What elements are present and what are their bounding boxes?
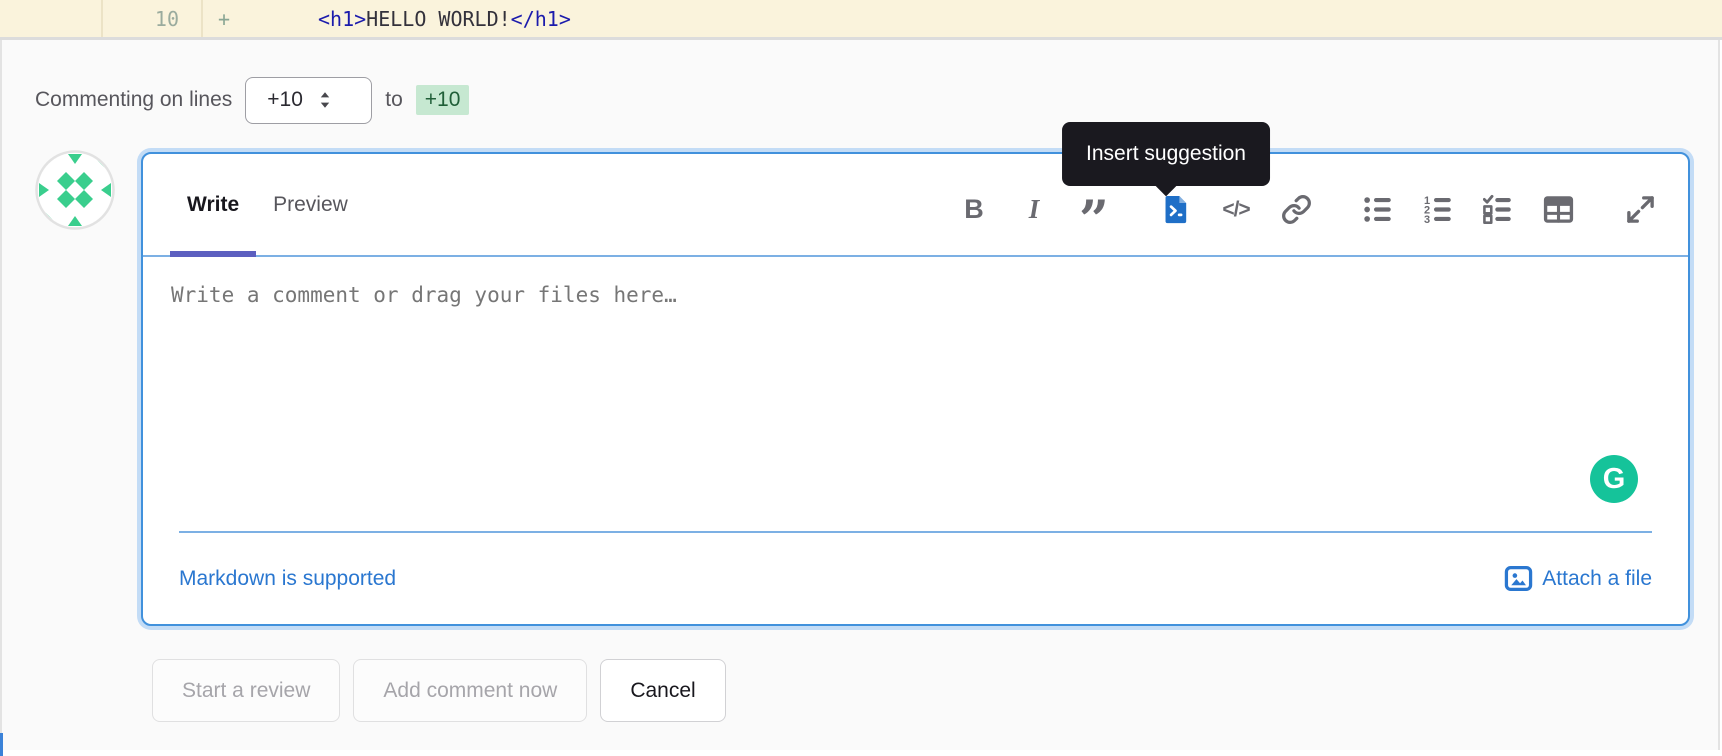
- markdown-supported-link[interactable]: Markdown is supported: [179, 567, 396, 591]
- comment-textarea[interactable]: [143, 257, 1688, 531]
- svg-text:3: 3: [1424, 214, 1430, 225]
- start-review-button[interactable]: Start a review: [152, 659, 341, 722]
- diff-code-content: <h1>HELLO WORLD!</h1>: [318, 7, 571, 31]
- full-screen-icon[interactable]: [1622, 192, 1658, 228]
- code-review-comment-screen: 10 + <h1>HELLO WORLD!</h1> Commenting on…: [0, 0, 1722, 756]
- code-open-tag: <h1>: [318, 6, 367, 31]
- user-avatar: [35, 150, 115, 230]
- editor-body: G: [143, 257, 1688, 531]
- diff-code-cell: + <h1>HELLO WORLD!</h1>: [203, 7, 1722, 31]
- cancel-button[interactable]: Cancel: [600, 659, 726, 722]
- end-line-badge: +10: [415, 85, 470, 115]
- start-line-select[interactable]: +10: [245, 76, 373, 124]
- diff-old-line-number-cell: [0, 0, 103, 37]
- code-close-tag: </h1>: [510, 6, 571, 31]
- editor-tab-bar: Write Preview B I ” </> 1 2 3: [143, 154, 1688, 257]
- attach-image-icon: [1505, 565, 1533, 592]
- task-list-icon[interactable]: [1480, 192, 1516, 228]
- insert-suggestion-icon[interactable]: [1158, 192, 1194, 228]
- commenting-on-lines-label: Commenting on lines: [35, 88, 233, 111]
- comment-editor: Write Preview B I ” </> 1 2 3 Write a co…: [141, 152, 1690, 626]
- comment-actions-row: Start a review Add comment now Cancel: [152, 659, 726, 722]
- quote-icon[interactable]: ”: [1076, 192, 1112, 246]
- italic-icon[interactable]: I: [1016, 192, 1052, 228]
- diff-new-line-number: 10: [103, 0, 203, 37]
- bulleted-list-icon[interactable]: [1360, 192, 1396, 228]
- tab-preview[interactable]: Preview: [256, 154, 365, 255]
- select-arrows-icon: [320, 92, 330, 108]
- add-comment-now-button[interactable]: Add comment now: [353, 659, 588, 722]
- table-icon[interactable]: [1540, 192, 1576, 228]
- start-line-value: +10: [267, 88, 303, 111]
- numbered-list-icon[interactable]: 123: [1420, 192, 1456, 228]
- diff-line-row: 10 + <h1>HELLO WORLD!</h1>: [0, 0, 1722, 40]
- attach-file-button[interactable]: Attach a file: [1504, 564, 1652, 593]
- attach-file-label: Attach a file: [1542, 566, 1652, 590]
- link-icon[interactable]: [1278, 192, 1314, 228]
- code-text: HELLO WORLD!: [366, 6, 511, 31]
- tab-write[interactable]: Write: [170, 154, 257, 257]
- diff-added-marker: +: [218, 6, 231, 31]
- code-icon[interactable]: </>: [1218, 192, 1254, 228]
- grammarly-icon[interactable]: G: [1590, 455, 1638, 503]
- to-connector-label: to: [385, 88, 403, 111]
- bold-icon[interactable]: B: [956, 192, 992, 228]
- left-edge-accent-bar: [0, 733, 3, 756]
- editor-toolbar: B I ” </> 1 2 3: [956, 182, 1658, 246]
- commenting-on-lines-row: Commenting on lines +10 to +10: [35, 74, 470, 126]
- insert-suggestion-tooltip: Insert suggestion: [1062, 122, 1270, 186]
- editor-footer: Markdown is supported Attach a file: [179, 531, 1652, 624]
